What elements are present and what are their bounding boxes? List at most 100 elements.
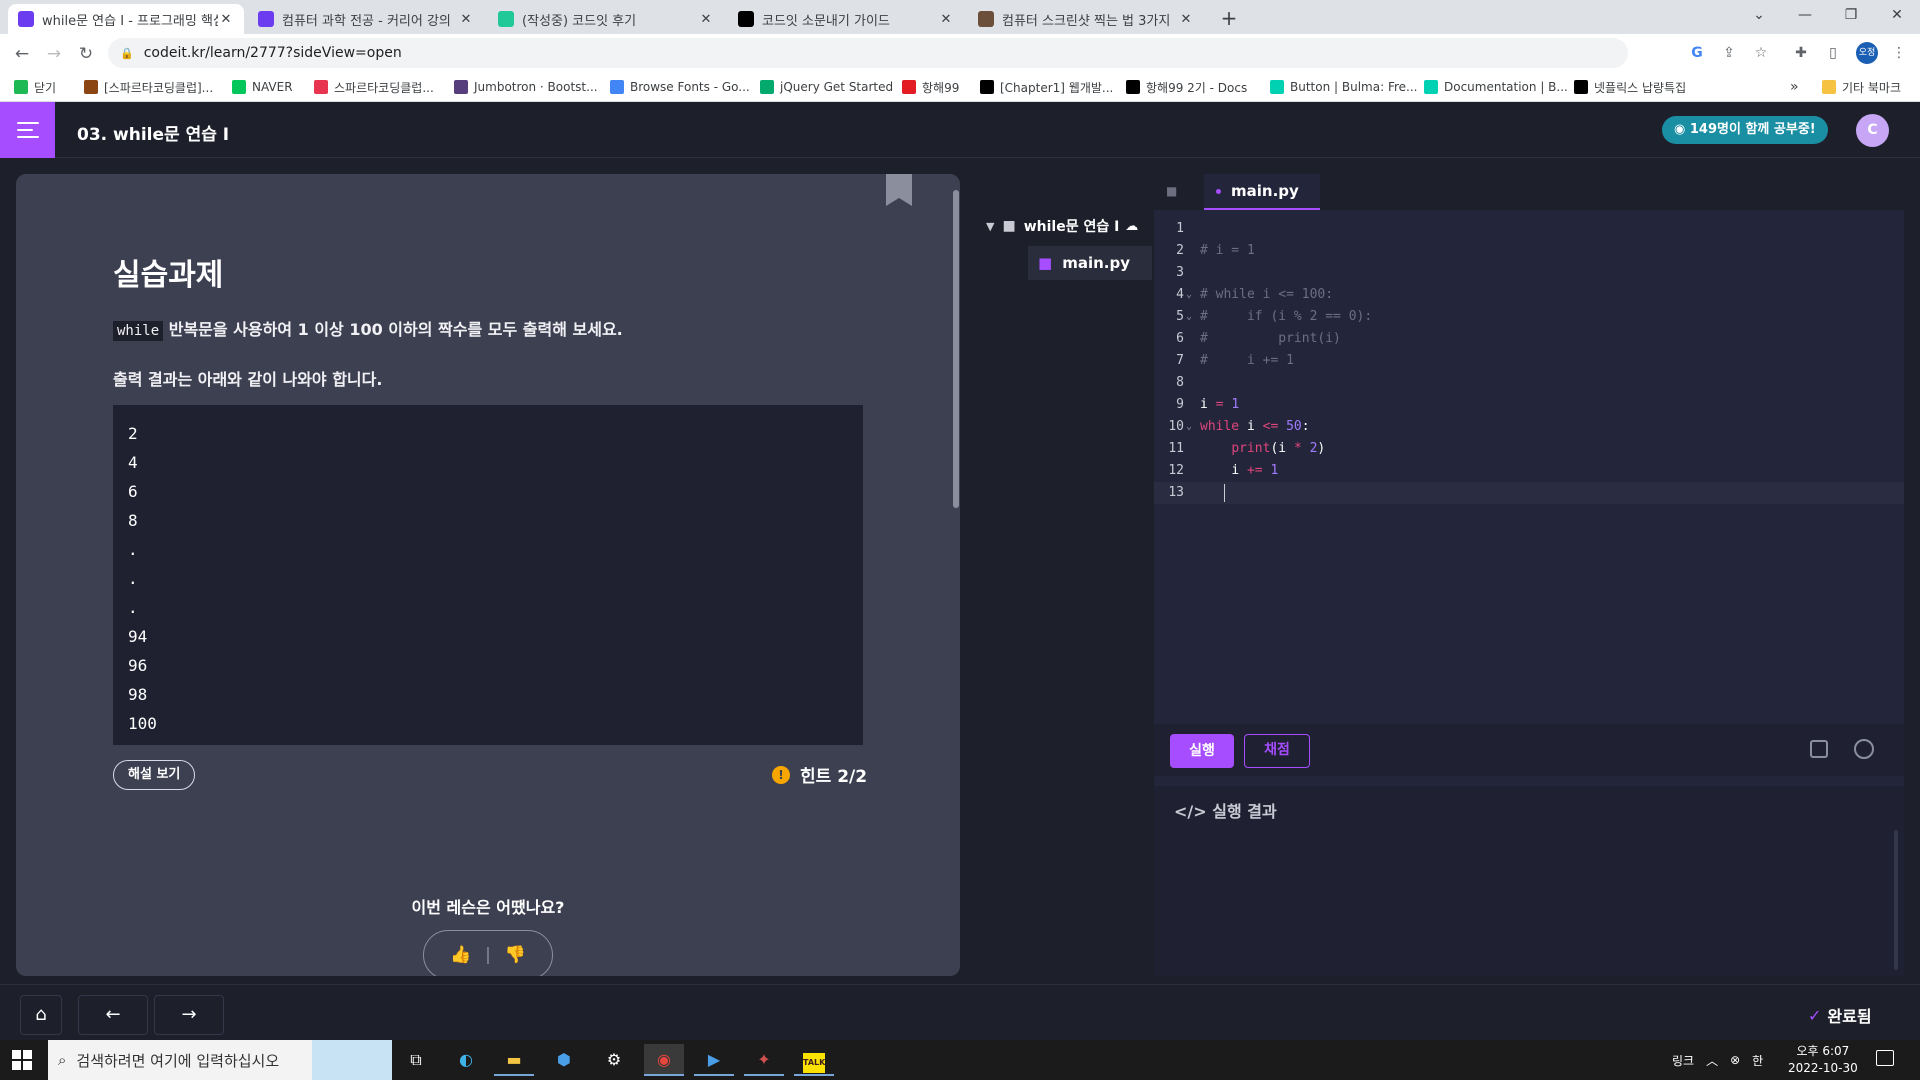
user-avatar[interactable]: C — [1856, 114, 1889, 147]
thumbs-up-icon[interactable]: 👍 — [450, 945, 471, 965]
bookmarks-more-button[interactable]: » — [1790, 78, 1799, 96]
edge-icon[interactable]: ◐ — [446, 1044, 486, 1076]
result-scrollbar[interactable] — [1894, 830, 1898, 970]
bookmark-item[interactable]: Browse Fonts - Go... — [610, 78, 750, 96]
bookmark-item[interactable]: 항해99 2기 - Docs — [1126, 78, 1247, 96]
next-button[interactable]: → — [154, 995, 224, 1035]
thumbs-down-icon[interactable]: 👎 — [505, 945, 526, 965]
completed-button[interactable]: ✓ 완료됨 — [1808, 1003, 1872, 1027]
bookmark-item[interactable]: Button | Bulma: Fre... — [1270, 78, 1417, 96]
forward-icon[interactable]: → — [40, 40, 68, 68]
star-icon[interactable]: ☆ — [1750, 42, 1772, 64]
code-line[interactable]: 5 ⌄ # if (i % 2 == 0): — [1154, 306, 1904, 328]
fold-arrow-icon[interactable]: ⌄ — [1186, 306, 1192, 328]
reload-icon[interactable]: ↻ — [72, 40, 100, 68]
menu-dots-icon[interactable]: ⋮ — [1888, 42, 1910, 64]
code-line[interactable]: 9 i = 1 — [1154, 394, 1904, 416]
game-app-icon[interactable]: ✦ — [744, 1044, 784, 1076]
previous-button[interactable]: ← — [78, 995, 148, 1035]
bookmark-item[interactable]: [스파르타코딩클럽]... — [84, 78, 213, 96]
code-line[interactable]: 3 — [1154, 262, 1904, 284]
other-bookmarks[interactable]: 기타 북마크 — [1822, 78, 1901, 96]
bookmark-item[interactable]: 항해99 — [902, 78, 959, 96]
browser-tab[interactable]: (작성중) 코드잇 후기 ✕ — [488, 4, 724, 34]
home-icon[interactable]: ⌂ — [20, 995, 62, 1035]
network-icon[interactable]: ⊗ — [1730, 1053, 1740, 1067]
new-tab-button[interactable]: + — [1216, 6, 1242, 32]
menu-icon[interactable] — [0, 102, 55, 158]
run-button[interactable]: 실행 — [1170, 734, 1234, 768]
clock[interactable]: 오후 6:07 2022-10-30 — [1788, 1043, 1858, 1077]
bookmark-item[interactable]: NAVER — [232, 78, 293, 96]
close-tab-icon[interactable]: ✕ — [698, 12, 714, 27]
taskbar-search[interactable]: ⌕ 검색하려면 여기에 입력하십시오 — [48, 1040, 392, 1080]
bookmark-icon[interactable] — [886, 174, 912, 206]
pin-app-icon[interactable]: ⬢ — [544, 1044, 584, 1076]
bookmark-item[interactable]: Documentation | B... — [1424, 78, 1568, 96]
code-line[interactable]: 10 ⌄ while i <= 50: — [1154, 416, 1904, 438]
tree-file-main-py[interactable]: ■ main.py — [1028, 246, 1152, 280]
address-bar[interactable]: 🔒 codeit.kr/learn/2777?sideView=open — [108, 38, 1628, 68]
close-tab-icon[interactable]: ✕ — [218, 12, 234, 27]
code-line[interactable]: 4 ⌄ # while i <= 100: — [1154, 284, 1904, 306]
kakaotalk-icon[interactable]: TALK — [794, 1044, 834, 1076]
notification-icon[interactable] — [1876, 1050, 1894, 1066]
task-view-icon[interactable]: ⧉ — [396, 1044, 436, 1076]
bookmark-item[interactable]: 닫기 — [14, 78, 56, 96]
file-explorer-icon[interactable]: ▬ — [494, 1044, 534, 1076]
browser-tab[interactable]: 코드잇 소문내기 가이드 ✕ — [728, 4, 964, 34]
remote-app-icon[interactable]: ▶ — [694, 1044, 734, 1076]
fold-arrow-icon[interactable]: ⌄ — [1186, 416, 1192, 438]
close-tab-icon[interactable]: ✕ — [1178, 12, 1194, 27]
code-line[interactable]: 11 print(i * 2) — [1154, 438, 1904, 460]
code-area[interactable]: 1 2 # i = 1 3 4 ⌄ # while i <= 100: 5 ⌄ # if (i %… — [1154, 218, 1904, 504]
tree-folder[interactable]: ▼ ■ while문 연습 I ☁ — [986, 216, 1138, 236]
hint-label: 힌트 2/2 — [800, 767, 868, 787]
bookmark-item[interactable]: jQuery Get Started — [760, 78, 893, 96]
code-line[interactable]: 12 i += 1 — [1154, 460, 1904, 482]
code-line[interactable]: 6 # print(i) — [1154, 328, 1904, 350]
windows-start-icon[interactable] — [12, 1050, 32, 1070]
studying-count-badge[interactable]: ◉ 149명이 함께 공부중! — [1662, 116, 1828, 144]
save-icon[interactable] — [1810, 740, 1828, 758]
google-icon[interactable]: G — [1686, 42, 1708, 64]
close-window-button[interactable]: ✕ — [1874, 0, 1920, 30]
minimize-button[interactable]: — — [1782, 0, 1828, 30]
editor-tab-main-py[interactable]: main.py — [1204, 174, 1320, 210]
bookmark-item[interactable]: Jumbotron · Bootst... — [454, 78, 598, 96]
grade-button[interactable]: 채점 — [1244, 734, 1310, 768]
tab-search-button[interactable]: ⌄ — [1736, 0, 1782, 30]
browser-tab[interactable]: 컴퓨터 스크린샷 찍는 법 3가지 ✕ — [968, 4, 1204, 34]
tray-link-label[interactable]: 링크 — [1672, 1052, 1694, 1069]
back-icon[interactable]: ← — [8, 40, 36, 68]
chrome-icon[interactable]: ◉ — [644, 1044, 684, 1076]
lesson-scrollbar[interactable] — [953, 190, 959, 508]
bookmark-item[interactable]: 넷플릭스 납량특집 — [1574, 78, 1686, 96]
history-icon[interactable] — [1854, 739, 1874, 759]
browser-tab[interactable]: 컴퓨터 과학 전공 - 커리어 강의 ✕ — [248, 4, 484, 34]
bookmark-item[interactable]: [Chapter1] 웹개발... — [980, 78, 1113, 96]
hint-icon: ! — [772, 765, 790, 784]
close-tab-icon[interactable]: ✕ — [458, 12, 474, 27]
extensions-icon[interactable]: ✚ — [1790, 42, 1812, 64]
restore-button[interactable]: ❐ — [1828, 0, 1874, 30]
profile-avatar[interactable]: 오정 — [1856, 42, 1878, 64]
code-line[interactable]: 8 — [1154, 372, 1904, 394]
browser-tab[interactable]: while문 연습 I - 프로그래밍 핵심 ✕ — [8, 4, 244, 34]
code-line[interactable]: 13 — [1154, 482, 1904, 504]
chevron-up-icon[interactable]: ︿ — [1706, 1052, 1718, 1069]
code-line[interactable]: 7 # i += 1 — [1154, 350, 1904, 372]
settings-icon[interactable]: ⚙ — [594, 1044, 634, 1076]
cloud-download-icon[interactable]: ☁ — [1125, 219, 1138, 234]
share-icon[interactable]: ⇪ — [1718, 42, 1740, 64]
code-line[interactable]: 1 — [1154, 218, 1904, 240]
fold-arrow-icon[interactable]: ⌄ — [1186, 284, 1192, 306]
side-panel-icon[interactable]: ▯ — [1822, 42, 1844, 64]
view-solution-button[interactable]: 해설 보기 — [113, 760, 196, 790]
hint-button[interactable]: ! 힌트 2/2 — [772, 762, 867, 787]
code-line[interactable]: 2 # i = 1 — [1154, 240, 1904, 262]
folder-toggle-icon[interactable]: ■ — [1166, 184, 1177, 198]
ime-indicator[interactable]: 한 — [1752, 1052, 1763, 1069]
bookmark-item[interactable]: 스파르타코딩클럽... — [314, 78, 434, 96]
close-tab-icon[interactable]: ✕ — [938, 12, 954, 27]
